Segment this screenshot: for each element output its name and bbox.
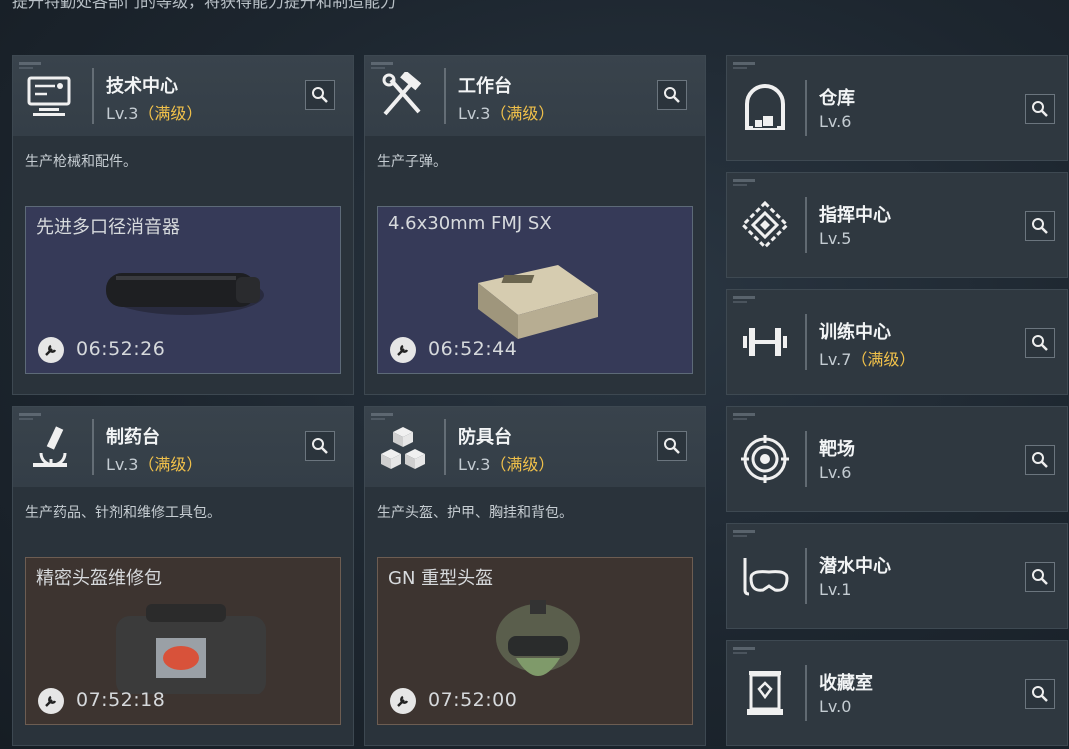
facility-level: Lv.0	[819, 697, 852, 716]
search-icon	[312, 438, 328, 454]
microscope-icon	[33, 426, 67, 467]
facility-card-tech-center[interactable]: 技术中心 Lv.3（满级） 生产枪械和配件。 先进多口径消音器 06:52:26	[12, 55, 354, 395]
production-slot[interactable]: 先进多口径消音器 06:52:26	[25, 206, 341, 374]
search-button[interactable]	[1025, 445, 1055, 475]
facility-name: 仓库	[819, 88, 855, 109]
search-button[interactable]	[1025, 679, 1055, 709]
production-timer: 07:52:18	[76, 689, 166, 711]
ammo-box-image	[478, 265, 598, 339]
production-slot[interactable]: 精密头盔维修包 07:52:18	[25, 557, 341, 725]
production-slot[interactable]: 4.6x30mm FMJ SX 06:52:44	[377, 206, 693, 374]
search-icon	[1032, 335, 1048, 351]
facility-name: 防具台	[458, 427, 512, 448]
search-button[interactable]	[1025, 211, 1055, 241]
facility-name: 指挥中心	[819, 205, 891, 226]
wrench-icon	[390, 337, 416, 363]
facility-level: Lv.3（满级）	[458, 455, 555, 474]
production-timer: 06:52:44	[428, 338, 518, 360]
card-header: 制药台 Lv.3（满级）	[13, 407, 353, 488]
search-button[interactable]	[657, 80, 687, 110]
facility-level: Lv.7（满级）	[819, 350, 916, 369]
card-header: 技术中心 Lv.3（满级）	[13, 56, 353, 137]
max-level-badge: （满级）	[490, 455, 555, 474]
facility-description: 生产药品、针剂和维修工具包。	[25, 505, 221, 521]
max-level-badge: （满级）	[138, 104, 203, 123]
facility-name: 训练中心	[819, 322, 891, 343]
search-button[interactable]	[1025, 562, 1055, 592]
facility-description: 生产子弹。	[377, 154, 447, 170]
card-header: 防具台 Lv.3（满级）	[365, 407, 705, 488]
hammer-wrench-icon	[382, 72, 422, 116]
facility-row-command-center[interactable]: 指挥中心 Lv.5	[726, 172, 1068, 278]
wrench-icon	[38, 337, 64, 363]
search-button[interactable]	[305, 80, 335, 110]
facility-name: 靶场	[819, 439, 855, 460]
facility-row-diving-center[interactable]: 潜水中心 Lv.1	[726, 523, 1068, 629]
production-item-name: GN 重型头盔	[388, 568, 494, 589]
facility-description: 生产枪械和配件。	[25, 154, 137, 170]
search-button[interactable]	[657, 431, 687, 461]
repair-kit-bag-image	[116, 604, 266, 694]
facility-name: 潜水中心	[819, 556, 891, 577]
vault-icon	[745, 84, 785, 130]
search-button[interactable]	[1025, 328, 1055, 358]
display-case-icon	[747, 671, 783, 715]
max-level-badge: （满级）	[490, 104, 555, 123]
production-timer: 06:52:26	[76, 338, 166, 360]
max-level-badge: （满级）	[138, 455, 203, 474]
facility-row-collection-room[interactable]: 收藏室 Lv.0	[726, 640, 1068, 746]
search-icon	[1032, 101, 1048, 117]
search-button[interactable]	[1025, 94, 1055, 124]
search-button[interactable]	[305, 431, 335, 461]
search-icon	[1032, 569, 1048, 585]
production-item-name: 先进多口径消音器	[36, 217, 180, 238]
production-item-name: 精密头盔维修包	[36, 568, 162, 589]
computer-icon	[27, 76, 71, 116]
facility-level: Lv.5	[819, 229, 852, 248]
max-level-badge: （满级）	[851, 350, 916, 369]
page-subtitle: 提升特勤处各部门的等级，将获得能力提升和制造能力	[12, 0, 397, 11]
production-timer: 07:52:00	[428, 689, 518, 711]
facility-level: Lv.1	[819, 580, 852, 599]
facility-name: 收藏室	[819, 673, 873, 694]
facility-level: Lv.3（满级）	[106, 104, 203, 123]
facility-name: 制药台	[106, 427, 160, 448]
facility-level: Lv.6	[819, 463, 852, 482]
facility-level: Lv.3（满级）	[106, 455, 203, 474]
wrench-icon	[38, 688, 64, 714]
wrench-icon	[390, 688, 416, 714]
card-header: 工作台 Lv.3（满级）	[365, 56, 705, 137]
facility-card-pharmacy[interactable]: 制药台 Lv.3（满级） 生产药品、针剂和维修工具包。 精密头盔维修包 07:5…	[12, 406, 354, 746]
facility-row-warehouse[interactable]: 仓库 Lv.6	[726, 55, 1068, 161]
facility-card-workbench[interactable]: 工作台 Lv.3（满级） 生产子弹。 4.6x30mm FMJ SX 06:52…	[364, 55, 706, 395]
facility-level: Lv.6	[819, 112, 852, 131]
facility-level: Lv.3（满级）	[458, 104, 555, 123]
facility-name: 工作台	[458, 76, 512, 97]
helmet-image	[496, 600, 580, 676]
search-icon	[1032, 218, 1048, 234]
emblem-icon	[740, 201, 790, 249]
production-item-name: 4.6x30mm FMJ SX	[388, 213, 552, 234]
facility-row-training-center[interactable]: 训练中心 Lv.7（满级）	[726, 289, 1068, 395]
diving-mask-icon	[743, 558, 789, 596]
production-slot[interactable]: GN 重型头盔 07:52:00	[377, 557, 693, 725]
target-icon	[741, 435, 789, 483]
dumbbell-icon	[743, 328, 787, 356]
search-icon	[664, 87, 680, 103]
search-icon	[312, 87, 328, 103]
facility-row-shooting-range[interactable]: 靶场 Lv.6	[726, 406, 1068, 512]
cubes-icon	[381, 427, 425, 469]
search-icon	[664, 438, 680, 454]
search-icon	[1032, 686, 1048, 702]
facility-description: 生产头盔、护甲、胸挂和背包。	[377, 505, 573, 521]
suppressor-image	[106, 273, 264, 315]
search-icon	[1032, 452, 1048, 468]
facility-name: 技术中心	[106, 76, 178, 97]
facility-card-armor-bench[interactable]: 防具台 Lv.3（满级） 生产头盔、护甲、胸挂和背包。 GN 重型头盔 07:5…	[364, 406, 706, 746]
